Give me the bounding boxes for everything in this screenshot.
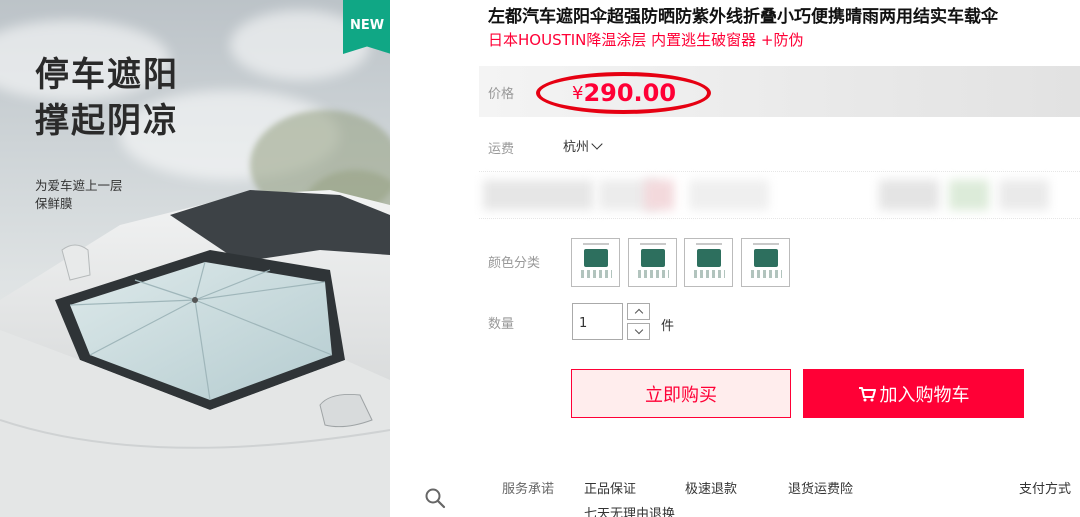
- add-to-cart-label: 加入购物车: [879, 384, 970, 406]
- hero-headline-line: 停车遮阳: [35, 55, 179, 95]
- shipping-city-select[interactable]: 杭州: [563, 136, 603, 155]
- shipping-city: 杭州: [563, 140, 590, 155]
- service-item[interactable]: 极速退款: [685, 478, 737, 497]
- service-label: 服务承诺: [502, 482, 555, 497]
- product-gallery: 停车遮阳 撑起阴凉 为爱车遮上一层 保鲜膜 NEW: [0, 0, 455, 517]
- quantity-increase-button[interactable]: [627, 303, 650, 320]
- hero-tagline-line: 为爱车遮上一层: [35, 178, 123, 193]
- add-to-cart-button[interactable]: 加入购物车: [803, 369, 1024, 418]
- buy-now-label: 立即购买: [645, 384, 717, 406]
- quantity-decrease-button[interactable]: [627, 323, 650, 340]
- hero-tagline: 为爱车遮上一层 保鲜膜: [35, 177, 123, 213]
- price-highlight: ¥290.00: [536, 72, 711, 114]
- chevron-down-icon: [591, 138, 603, 150]
- color-option[interactable]: [571, 238, 620, 287]
- payment-methods-label[interactable]: 支付方式: [1019, 478, 1071, 497]
- color-label: 颜色分类: [488, 256, 541, 271]
- color-option[interactable]: [684, 238, 733, 287]
- product-title: 左都汽车遮阳伞超强防晒防紫外线折叠小巧便携晴雨两用结实车载伞: [488, 7, 998, 27]
- product-main-image[interactable]: 停车遮阳 撑起阴凉 为爱车遮上一层 保鲜膜 NEW: [0, 0, 390, 517]
- cart-icon: [858, 386, 876, 401]
- blurred-promo-area: [479, 171, 1080, 219]
- hero-tagline-line: 保鲜膜: [35, 196, 73, 211]
- price-currency: ¥: [572, 83, 584, 104]
- zoom-magnifier-icon[interactable]: [424, 487, 446, 509]
- hero-headline-line: 撑起阴凉: [35, 101, 179, 141]
- price-value: ¥290.00: [572, 79, 676, 107]
- hero-headline: 停车遮阳 撑起阴凉: [35, 52, 179, 144]
- color-option[interactable]: [741, 238, 790, 287]
- color-option[interactable]: [628, 238, 677, 287]
- buy-now-button[interactable]: 立即购买: [571, 369, 791, 418]
- quantity-input[interactable]: 1: [572, 303, 623, 340]
- price-amount: 290.00: [583, 79, 677, 107]
- product-subtitle: 日本HOUSTIN降温涂层 内置逃生破窗器 +防伪: [488, 31, 804, 49]
- service-item[interactable]: 正品保证: [584, 478, 636, 497]
- quantity-unit: 件: [661, 319, 675, 334]
- quantity-label: 数量: [488, 317, 515, 332]
- price-label: 价格: [488, 87, 515, 102]
- service-item[interactable]: 七天无理由退换: [584, 503, 675, 517]
- new-badge: NEW: [343, 0, 390, 54]
- service-item[interactable]: 退货运费险: [788, 478, 853, 497]
- shipping-label: 运费: [488, 142, 515, 157]
